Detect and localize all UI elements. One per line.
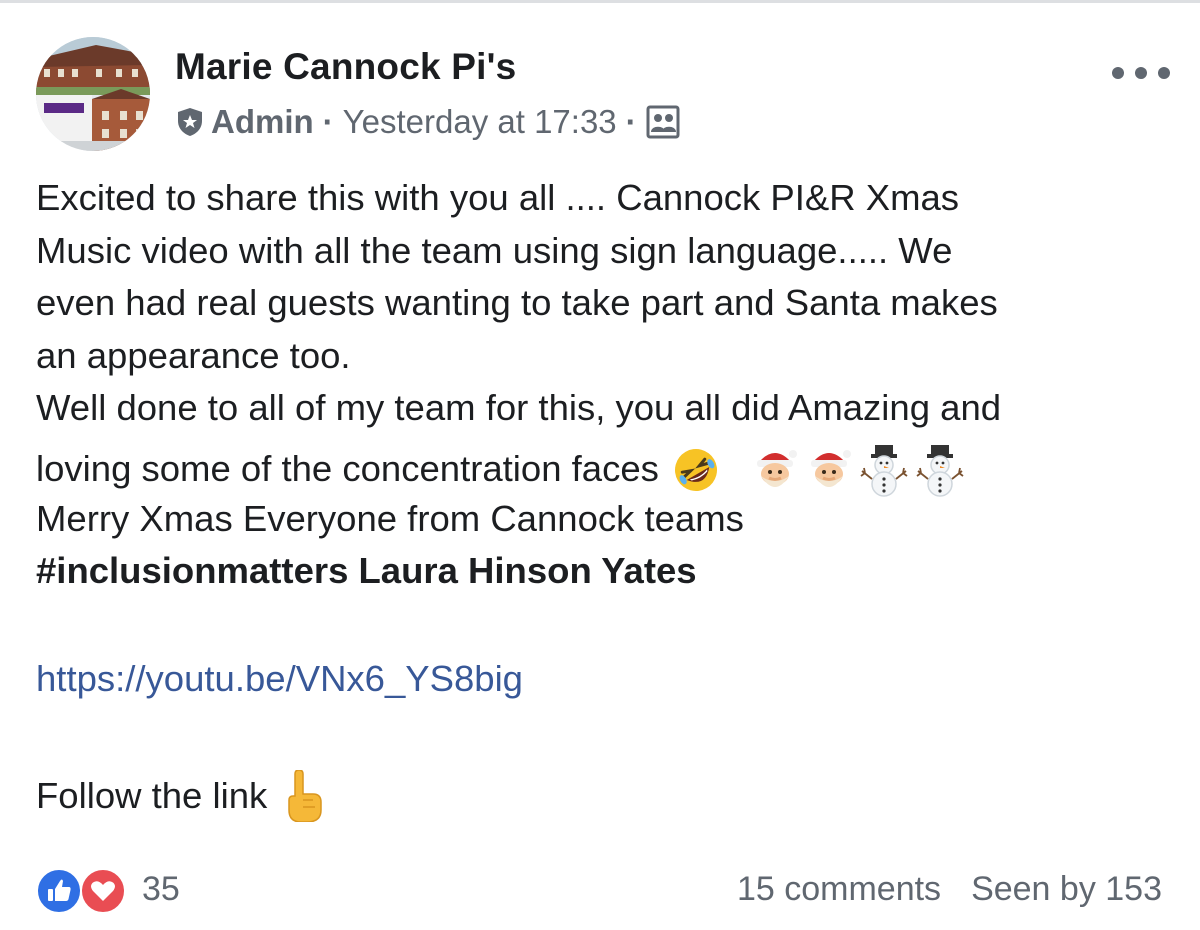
meta-separator-2: · [625, 103, 637, 140]
more-dot [1112, 67, 1124, 79]
group-icon[interactable] [646, 105, 680, 139]
body-line: loving some of the concentration faces [36, 448, 659, 490]
body-line: an appearance too. [36, 334, 351, 376]
santa-icon [805, 444, 853, 496]
top-divider [0, 0, 1200, 3]
follow-text: Follow the link [36, 775, 268, 816]
more-options-icon[interactable] [1112, 58, 1170, 88]
body-line-emoji: loving some of the concentration faces [36, 443, 1176, 497]
follow-line: Follow the link [36, 770, 323, 822]
pointing-up-icon [283, 770, 323, 822]
body-line: Music video with all the team using sign… [36, 229, 953, 271]
santa-icon [751, 444, 799, 496]
avatar[interactable] [36, 37, 150, 151]
snowman-icon [859, 443, 909, 497]
meta-separator: · [322, 103, 334, 140]
reactions-summary[interactable]: 35 [36, 866, 180, 914]
love-reaction-icon [80, 868, 126, 914]
reaction-count: 35 [142, 869, 180, 908]
post-meta: Admin · Yesterday at 17:33 · [176, 102, 680, 142]
post-body: Excited to share this with you all .... … [36, 172, 1176, 598]
post-footer: 35 15 comments Seen by 153 [36, 862, 1162, 916]
more-dot [1158, 67, 1170, 79]
hashtag-tags-line[interactable]: #inclusionmatters Laura Hinson Yates [36, 545, 1176, 598]
body-line: Excited to share this with you all .... … [36, 177, 960, 218]
shield-star-icon [176, 107, 204, 137]
admin-label: Admin [211, 103, 314, 140]
rolling-on-floor-laughing-icon [671, 445, 721, 495]
like-reaction-icon [36, 868, 82, 914]
more-dot [1135, 67, 1147, 79]
body-line: Merry Xmas Everyone from Cannock teams [36, 497, 744, 539]
snowman-icon [915, 443, 965, 497]
comments-count[interactable]: 15 comments [737, 870, 941, 909]
body-line: Well done to all of my team for this, yo… [36, 387, 1002, 428]
post-timestamp[interactable]: Yesterday at 17:33 [343, 103, 617, 141]
post-stats: 15 comments Seen by 153 [737, 870, 1162, 909]
body-line: even had real guests wanting to take par… [36, 282, 998, 323]
reaction-icons [36, 866, 128, 914]
youtube-link[interactable]: https://youtu.be/VNx6_YS8big [36, 658, 523, 700]
seen-by-count[interactable]: Seen by 153 [971, 870, 1162, 909]
author-name[interactable]: Marie Cannock Pi's [175, 46, 516, 88]
